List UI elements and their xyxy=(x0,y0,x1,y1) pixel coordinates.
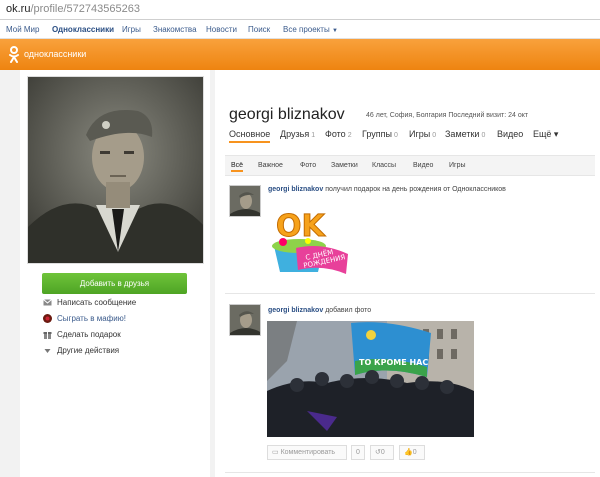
nav-dating[interactable]: Знакомства xyxy=(153,25,197,34)
like-button[interactable]: 👍0 xyxy=(399,445,425,460)
avatar-image xyxy=(230,305,260,335)
tab-photos-label: Фото xyxy=(325,129,346,139)
tab-main-label: Основное xyxy=(229,129,271,139)
post-header: georgi bliznakov получил подарок на день… xyxy=(268,186,506,193)
tab-friends-count: 1 xyxy=(311,132,316,139)
filter-video[interactable]: Видео xyxy=(413,162,433,169)
other-actions-link[interactable]: Другие действия xyxy=(43,346,119,355)
post-text: получил подарок на день рождения от Одно… xyxy=(325,186,506,193)
post-text: добавил фото xyxy=(325,307,372,314)
filter-notes[interactable]: Заметки xyxy=(331,162,358,169)
send-message-link[interactable]: Написать сообщение xyxy=(43,298,136,307)
post-avatar[interactable] xyxy=(229,304,261,336)
tab-groups-label: Группы xyxy=(362,129,392,139)
url-text[interactable]: ok.ru/profile/572743565263 xyxy=(6,3,140,15)
filter-games[interactable]: Игры xyxy=(449,162,466,169)
tab-friends[interactable]: Друзья 1 xyxy=(280,129,315,139)
all-projects-label: Все проекты xyxy=(283,25,330,34)
play-mafia-link[interactable]: Сыграть в мафию! xyxy=(43,314,126,324)
play-mafia-label: Сыграть в мафию! xyxy=(57,314,126,323)
profile-photo[interactable] xyxy=(27,76,204,264)
chevron-down-icon: ▼ xyxy=(331,28,338,34)
nav-odnoklassniki[interactable]: Одноклассники xyxy=(52,25,114,34)
nav-moy-mir[interactable]: Мой Мир xyxy=(6,25,39,34)
feed-divider xyxy=(225,293,595,294)
mafia-game-icon xyxy=(43,314,52,324)
comment-icon: ▭ xyxy=(272,449,279,456)
feed-filter-bar: Всё Важное Фото Заметки Классы Видео Игр… xyxy=(225,155,595,176)
profile-meta: 46 лет, София, Болгария Последний визит:… xyxy=(366,112,529,119)
tab-photos[interactable]: Фото 2 xyxy=(325,129,352,139)
tab-groups-count: 0 xyxy=(394,132,398,139)
nav-news[interactable]: Новости xyxy=(206,25,237,34)
gift-icon xyxy=(43,332,52,340)
filter-important[interactable]: Важное xyxy=(258,162,283,169)
tab-games-label: Игры xyxy=(409,129,431,139)
site-header: одноклассники xyxy=(0,39,600,70)
post-author[interactable]: georgi bliznakov xyxy=(268,186,323,193)
like-count: 0 xyxy=(412,449,417,456)
nav-search[interactable]: Поиск xyxy=(248,25,270,34)
tab-video[interactable]: Видео xyxy=(497,129,523,139)
paratroopers-flag-photo: ТО КРОМЕ НАС xyxy=(267,321,474,437)
tab-notes-label: Заметки xyxy=(445,129,480,139)
envelope-icon xyxy=(43,299,52,306)
tab-groups[interactable]: Группы 0 xyxy=(362,129,398,139)
filter-photos[interactable]: Фото xyxy=(300,162,316,169)
nav-all-projects[interactable]: Все проекты ▼ xyxy=(283,25,338,34)
like-icon: 👍 xyxy=(404,449,413,456)
filter-all[interactable]: Всё xyxy=(231,162,244,172)
post-header: georgi bliznakov добавил фото xyxy=(268,307,371,314)
tab-friends-label: Друзья xyxy=(280,129,310,139)
filter-classes[interactable]: Классы xyxy=(372,162,396,169)
tab-more-label: Ещё ▾ xyxy=(533,129,559,139)
flag-text: ТО КРОМЕ НАС xyxy=(359,358,428,367)
comment-count: 0 xyxy=(351,445,365,460)
top-nav: Мой Мир Одноклассники Игры Знакомства Но… xyxy=(0,20,600,39)
avatar-image xyxy=(230,186,260,216)
tab-notes[interactable]: Заметки 0 xyxy=(445,129,485,139)
make-gift-link[interactable]: Сделать подарок xyxy=(43,330,121,340)
caret-down-icon xyxy=(44,349,51,354)
address-bar[interactable]: ok.ru/profile/572743565263 xyxy=(0,0,600,20)
post-avatar[interactable] xyxy=(229,185,261,217)
share-count: 0 xyxy=(380,449,385,456)
tab-main[interactable]: Основное xyxy=(229,129,271,143)
tab-games[interactable]: Игры 0 xyxy=(409,129,436,139)
post-photo[interactable]: ТО КРОМЕ НАС xyxy=(267,321,474,437)
tab-more[interactable]: Ещё ▾ xyxy=(533,129,558,140)
feed-divider xyxy=(225,472,595,473)
profile-name: georgi bliznakov xyxy=(229,106,345,123)
tab-video-label: Видео xyxy=(497,129,524,139)
ok-logo-icon[interactable] xyxy=(8,46,20,63)
add-friend-button[interactable]: Добавить в друзья xyxy=(42,273,187,294)
tab-notes-count: 0 xyxy=(481,132,486,139)
soldier-portrait-image xyxy=(28,77,203,263)
other-actions-label: Другие действия xyxy=(57,346,120,355)
nav-games[interactable]: Игры xyxy=(122,25,141,34)
brand-name[interactable]: одноклассники xyxy=(24,49,86,59)
share-button[interactable]: ↺0 xyxy=(370,445,394,460)
birthday-gift-image[interactable]: OK С ДНЁМ РОЖДЕНИЯ xyxy=(268,202,350,278)
make-gift-label: Сделать подарок xyxy=(57,330,121,339)
send-message-label: Написать сообщение xyxy=(57,298,137,307)
comment-button[interactable]: ▭ Комментировать xyxy=(267,445,347,460)
post-author[interactable]: georgi bliznakov xyxy=(268,307,323,314)
comment-label: Комментировать xyxy=(280,449,336,456)
tab-games-count: 0 xyxy=(432,132,437,139)
tab-photos-count: 2 xyxy=(347,132,352,139)
